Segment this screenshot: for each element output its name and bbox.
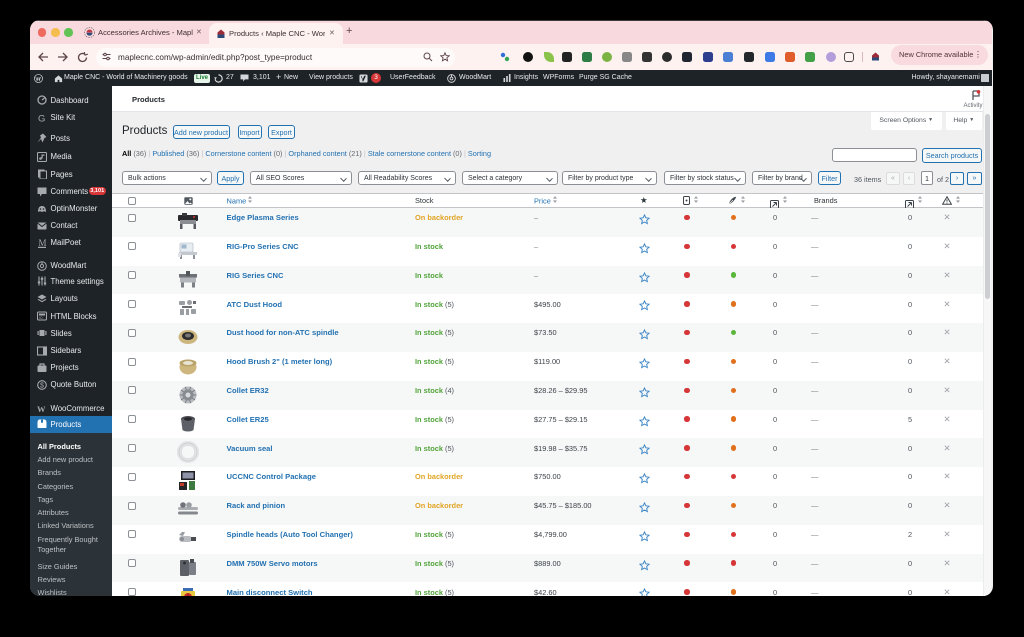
svg-text:$: $ (40, 382, 44, 389)
svg-text:IO: IO (39, 316, 43, 320)
svg-text:M: M (39, 238, 47, 248)
svg-text:W: W (37, 404, 46, 414)
svg-text:G: G (38, 113, 45, 123)
